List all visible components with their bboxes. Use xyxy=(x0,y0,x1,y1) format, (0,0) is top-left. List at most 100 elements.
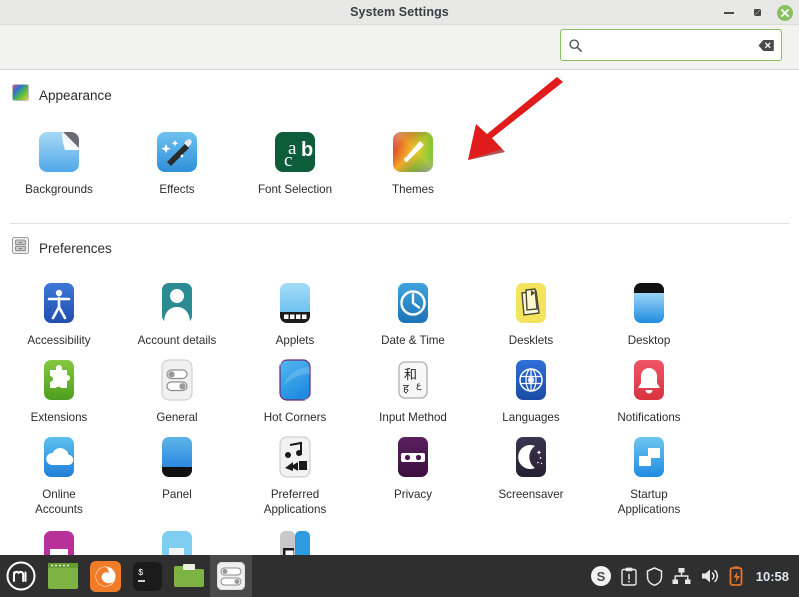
svg-text:b: b xyxy=(301,139,313,161)
taskbar-clock[interactable]: 10:58 xyxy=(756,569,789,584)
search-input[interactable] xyxy=(583,30,758,60)
settings-item-label: Desklets xyxy=(508,334,554,347)
settings-item-general[interactable]: General xyxy=(118,348,236,425)
settings-item-label: Backgrounds xyxy=(25,183,93,196)
settings-item-preferred-applications[interactable]: Preferred Applications xyxy=(236,425,354,517)
section-header-preferences: Preferences xyxy=(0,237,799,259)
preferences-drawers-icon xyxy=(12,237,29,259)
settings-item-desktop[interactable]: Desktop xyxy=(590,271,708,348)
firefox-logo-icon xyxy=(89,560,121,592)
files-folder-icon[interactable] xyxy=(168,555,210,597)
firefox-icon[interactable] xyxy=(84,555,126,597)
accessibility-icon xyxy=(35,279,83,327)
section-title-appearance: Appearance xyxy=(39,87,112,103)
settings-item-applets[interactable]: Applets xyxy=(236,271,354,348)
settings-item-accessibility[interactable]: Accessibility xyxy=(0,271,118,348)
settings-item-languages[interactable]: Languages xyxy=(472,348,590,425)
search-icon xyxy=(569,38,582,52)
settings-item-label: Effects xyxy=(159,183,195,196)
window-controls xyxy=(721,0,793,25)
settings-item-label: Accessibility xyxy=(27,334,91,347)
settings-item-screensaver[interactable]: Screensaver xyxy=(472,425,590,517)
hot-corners-icon xyxy=(271,356,319,404)
preferences-icon-grid-overflow xyxy=(0,519,799,555)
settings-item-overflow-3[interactable] xyxy=(236,519,354,555)
font-selection-icon: a b c xyxy=(271,128,319,176)
settings-item-label: Preferred Applications xyxy=(263,488,327,516)
settings-item-label: Languages xyxy=(502,411,560,424)
close-icon xyxy=(781,8,789,17)
overflow-icon-lightblue xyxy=(153,527,201,555)
maximize-button[interactable] xyxy=(749,4,766,21)
settings-item-themes[interactable]: Themes xyxy=(354,120,472,197)
terminal-logo-icon: $ xyxy=(132,561,162,591)
terminal-icon[interactable]: $ xyxy=(126,555,168,597)
settings-item-extensions[interactable]: Extensions xyxy=(0,348,118,425)
settings-item-desklets[interactable]: Desklets xyxy=(472,271,590,348)
settings-item-input-method[interactable]: 和 ह ع Input Method xyxy=(354,348,472,425)
settings-item-label: General xyxy=(156,411,198,424)
settings-item-online-accounts[interactable]: Online Accounts xyxy=(0,425,118,517)
input-method-icon: 和 ह ع xyxy=(389,356,437,404)
settings-item-overflow-2[interactable] xyxy=(118,519,236,555)
settings-item-label: Hot Corners xyxy=(263,411,327,424)
skype-icon[interactable]: S xyxy=(590,565,612,587)
settings-item-label: Applets xyxy=(275,334,315,347)
settings-item-hot-corners[interactable]: Hot Corners xyxy=(236,348,354,425)
settings-item-font-selection[interactable]: a b c Font Selection xyxy=(236,120,354,197)
settings-item-backgrounds[interactable]: Backgrounds xyxy=(0,120,118,197)
general-toggles-icon xyxy=(153,356,201,404)
languages-globe-icon xyxy=(507,356,555,404)
settings-item-account-details[interactable]: Account details xyxy=(118,271,236,348)
battery-charging-icon[interactable] xyxy=(729,566,744,586)
menu-mint-logo[interactable] xyxy=(0,555,42,597)
settings-item-effects[interactable]: Effects xyxy=(118,120,236,197)
extensions-puzzle-icon xyxy=(35,356,83,404)
search-toolbar xyxy=(0,25,799,70)
settings-item-label: Date & Time xyxy=(381,334,445,347)
svg-text:$: $ xyxy=(138,568,144,578)
clipboard-icon[interactable] xyxy=(621,567,637,586)
settings-item-overflow-1[interactable] xyxy=(0,519,118,555)
settings-item-startup-applications[interactable]: Startup Applications xyxy=(590,425,708,517)
screensaver-moon-icon xyxy=(507,433,555,481)
appearance-color-swatch-icon xyxy=(12,84,29,106)
themes-brush-icon xyxy=(389,128,437,176)
settings-item-label: Desktop xyxy=(627,334,671,347)
date-time-clock-icon xyxy=(389,279,437,327)
settings-content: Appearance Backgrounds Effects a b c Fon… xyxy=(0,70,799,555)
search-box[interactable] xyxy=(560,29,782,61)
window-green-icon xyxy=(48,563,78,589)
settings-item-date-time[interactable]: Date & Time xyxy=(354,271,472,348)
settings-item-label: Online Accounts xyxy=(35,488,83,516)
settings-item-label: Startup Applications xyxy=(617,488,681,516)
mint-logo-icon xyxy=(6,561,36,591)
settings-item-label: Font Selection xyxy=(257,183,333,196)
minimize-button[interactable] xyxy=(721,4,738,21)
settings-item-label: Privacy xyxy=(393,488,432,501)
clear-backspace-icon[interactable] xyxy=(758,39,774,52)
settings-item-label: Themes xyxy=(392,183,434,196)
settings-item-privacy[interactable]: Privacy xyxy=(354,425,472,517)
settings-item-label: Input Method xyxy=(379,411,447,424)
svg-text:ह: ह xyxy=(403,382,409,395)
taskbar-launchers: $ xyxy=(0,555,252,597)
window-title: System Settings xyxy=(350,5,449,19)
settings-item-notifications[interactable]: Notifications xyxy=(590,348,708,425)
overflow-icon-magenta xyxy=(35,527,83,555)
system-settings-window: System Settings Appearance Backgrounds E… xyxy=(0,0,799,597)
shield-update-icon[interactable] xyxy=(646,566,663,586)
backgrounds-icon xyxy=(35,128,83,176)
settings-item-panel[interactable]: Panel xyxy=(118,425,236,517)
svg-text:c: c xyxy=(284,150,292,171)
preferences-icon-grid: Accessibility Account details Applets Da… xyxy=(0,271,799,517)
window-list-item-green[interactable] xyxy=(42,555,84,597)
volume-icon[interactable] xyxy=(700,567,720,585)
startup-applications-icon xyxy=(625,433,673,481)
system-settings-taskbar-button[interactable] xyxy=(210,555,252,597)
section-title-preferences: Preferences xyxy=(39,240,112,256)
appearance-icon-grid: Backgrounds Effects a b c Font Selection… xyxy=(0,120,799,197)
settings-item-label: Notifications xyxy=(617,411,681,424)
network-icon[interactable] xyxy=(672,567,691,585)
close-button[interactable] xyxy=(777,4,793,21)
